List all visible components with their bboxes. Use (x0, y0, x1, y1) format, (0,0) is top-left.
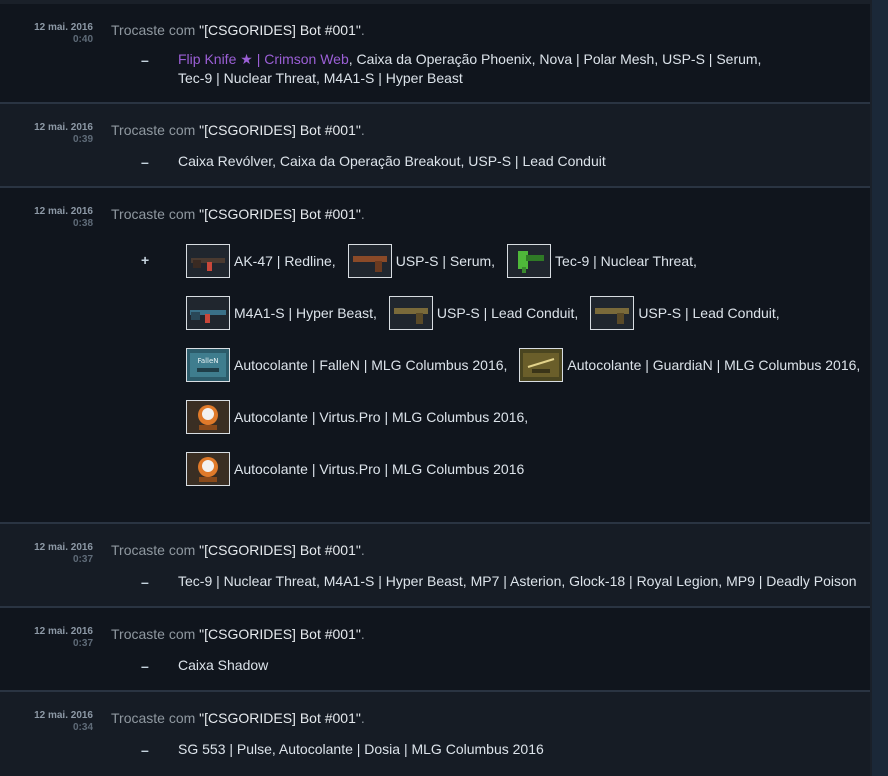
sticker-icon (523, 353, 560, 377)
trade-history: 12 mai. 2016 0:40 Trocaste com "[CSGORID… (0, 0, 872, 776)
received-item-name[interactable]: USP-S | Lead Conduit, (437, 305, 578, 321)
trade-prefix: Trocaste com (111, 22, 200, 38)
item-thumbnail[interactable] (590, 296, 635, 330)
trade-description: Trocaste com "[CSGORIDES] Bot #001". (111, 122, 365, 138)
received-item-name[interactable]: USP-S | Lead Conduit, (638, 305, 779, 321)
received-item-name[interactable]: Tec-9 | Nuclear Threat, (555, 253, 697, 269)
received-item-name[interactable]: AK-47 | Redline, (234, 253, 336, 269)
trade-suffix: . (360, 22, 365, 38)
trade-partner-link[interactable]: "[CSGORIDES] Bot #001" (199, 710, 361, 726)
time-text: 0:38 (72, 218, 93, 229)
rifle-icon (191, 258, 225, 271)
given-sign: – (141, 52, 149, 68)
items-text: , Caixa da Operação Phoenix, Nova | Pola… (348, 51, 762, 67)
item-thumbnail[interactable] (186, 296, 230, 330)
sticker-icon: FalleN (190, 353, 226, 377)
time-text: 0:39 (72, 134, 93, 145)
received-items-row: Autocolante | Virtus.Pro | MLG Columbus … (186, 452, 536, 486)
trade-date: 12 mai. 2016 0:40 (0, 22, 93, 46)
date-text: 12 mai. 2016 (34, 710, 93, 721)
item-thumbnail[interactable] (186, 452, 230, 486)
pistol-icon (352, 256, 387, 272)
given-items: Caixa Shadow (178, 657, 269, 673)
given-items: Flip Knife ★ | Crimson Web, Caixa da Ope… (178, 50, 768, 88)
received-item-name[interactable]: Autocolante | Virtus.Pro | MLG Columbus … (234, 461, 524, 477)
date-text: 12 mai. 2016 (34, 626, 93, 637)
received-sign: + (141, 252, 150, 268)
received-items-row: AK-47 | Redline, USP-S | Serum, Tec-9 | Nu… (186, 244, 709, 278)
given-items: SG 553 | Pulse, Autocolante | Dosia | ML… (178, 741, 544, 757)
trade-description: Trocaste com "[CSGORIDES] Bot #001". (111, 206, 365, 222)
item-thumbnail[interactable] (347, 244, 392, 278)
given-sign: – (141, 574, 149, 590)
date-text: 12 mai. 2016 (34, 542, 93, 553)
given-items: Caixa Revólver, Caixa da Operação Breako… (178, 153, 606, 169)
item-thumbnail[interactable] (507, 244, 552, 278)
trade-suffix: . (360, 542, 365, 558)
item-thumbnail[interactable] (519, 348, 564, 382)
time-text: 0:37 (72, 638, 93, 649)
received-item-name[interactable]: USP-S | Serum, (396, 253, 495, 269)
trade-prefix: Trocaste com (111, 206, 200, 222)
trade-description: Trocaste com "[CSGORIDES] Bot #001". (111, 710, 365, 726)
trade-row: 12 mai. 2016 0:34 Trocaste com "[CSGORID… (0, 692, 870, 776)
given-sign: – (141, 658, 149, 674)
trade-date: 12 mai. 2016 0:34 (0, 710, 93, 734)
sticker-label: FalleN (197, 357, 218, 365)
item-thumbnail[interactable] (186, 400, 230, 434)
trade-description: Trocaste com "[CSGORIDES] Bot #001". (111, 542, 365, 558)
trade-partner-link[interactable]: "[CSGORIDES] Bot #001" (199, 206, 361, 222)
trade-partner-link[interactable]: "[CSGORIDES] Bot #001" (199, 22, 361, 38)
received-item-name[interactable]: Autocolante | FalleN | MLG Columbus 2016… (234, 357, 507, 373)
trade-suffix: . (360, 122, 365, 138)
trade-suffix: . (360, 206, 365, 222)
given-sign: – (141, 742, 149, 758)
trade-row: 12 mai. 2016 0:37 Trocaste com "[CSGORID… (0, 524, 870, 608)
time-text: 0:40 (72, 34, 93, 45)
trade-partner-link[interactable]: "[CSGORIDES] Bot #001" (199, 542, 361, 558)
time-text: 0:34 (72, 722, 93, 733)
trade-partner-link[interactable]: "[CSGORIDES] Bot #001" (199, 122, 361, 138)
trade-row: 12 mai. 2016 0:38 Trocaste com "[CSGORID… (0, 188, 870, 524)
received-item-name[interactable]: Autocolante | Virtus.Pro | MLG Columbus … (234, 409, 528, 425)
item-thumbnail[interactable] (186, 244, 230, 278)
trade-prefix: Trocaste com (111, 710, 200, 726)
received-items-row: Autocolante | Virtus.Pro | MLG Columbus … (186, 400, 540, 434)
time-text: 0:37 (72, 554, 93, 565)
trade-description: Trocaste com "[CSGORIDES] Bot #001". (111, 22, 365, 38)
trade-description: Trocaste com "[CSGORIDES] Bot #001". (111, 626, 365, 642)
date-text: 12 mai. 2016 (34, 122, 93, 133)
trade-row: 12 mai. 2016 0:37 Trocaste com "[CSGORID… (0, 608, 870, 692)
item-link[interactable]: Flip Knife ★ | Crimson Web (178, 51, 349, 67)
sticker-icon (198, 457, 218, 482)
received-items-row: M4A1-S | Hyper Beast, USP-S | Lead Condui… (186, 296, 792, 330)
given-items: Tec-9 | Nuclear Threat, M4A1-S | Hyper B… (178, 573, 857, 589)
item-thumbnail[interactable]: FalleN (186, 348, 230, 382)
trade-date: 12 mai. 2016 0:37 (0, 626, 93, 650)
date-text: 12 mai. 2016 (34, 206, 93, 217)
smg-icon (518, 251, 545, 273)
trade-suffix: . (360, 710, 365, 726)
rifle-icon (190, 310, 226, 323)
item-thumbnail[interactable] (388, 296, 433, 330)
trade-row: 12 mai. 2016 0:39 Trocaste com "[CSGORID… (0, 104, 870, 188)
trade-partner-link[interactable]: "[CSGORIDES] Bot #001" (199, 626, 361, 642)
pistol-icon (595, 308, 630, 324)
pistol-icon (393, 308, 428, 324)
received-item-name[interactable]: M4A1-S | Hyper Beast, (234, 305, 377, 321)
trade-date: 12 mai. 2016 0:39 (0, 122, 93, 146)
trade-prefix: Trocaste com (111, 542, 200, 558)
received-item-name[interactable]: Autocolante | GuardiaN | MLG Columbus 20… (567, 357, 860, 373)
trade-suffix: . (360, 626, 365, 642)
trade-prefix: Trocaste com (111, 122, 200, 138)
items-text: Tec-9 | Nuclear Threat, M4A1-S | Hyper B… (178, 70, 463, 86)
trade-row: 12 mai. 2016 0:40 Trocaste com "[CSGORID… (0, 4, 870, 104)
received-items-row: FalleN Autocolante | FalleN | MLG Columbu… (186, 348, 872, 382)
sticker-icon (198, 405, 218, 430)
trade-date: 12 mai. 2016 0:38 (0, 206, 93, 230)
given-sign: – (141, 154, 149, 170)
trade-prefix: Trocaste com (111, 626, 200, 642)
trade-date: 12 mai. 2016 0:37 (0, 542, 93, 566)
date-text: 12 mai. 2016 (34, 22, 93, 33)
